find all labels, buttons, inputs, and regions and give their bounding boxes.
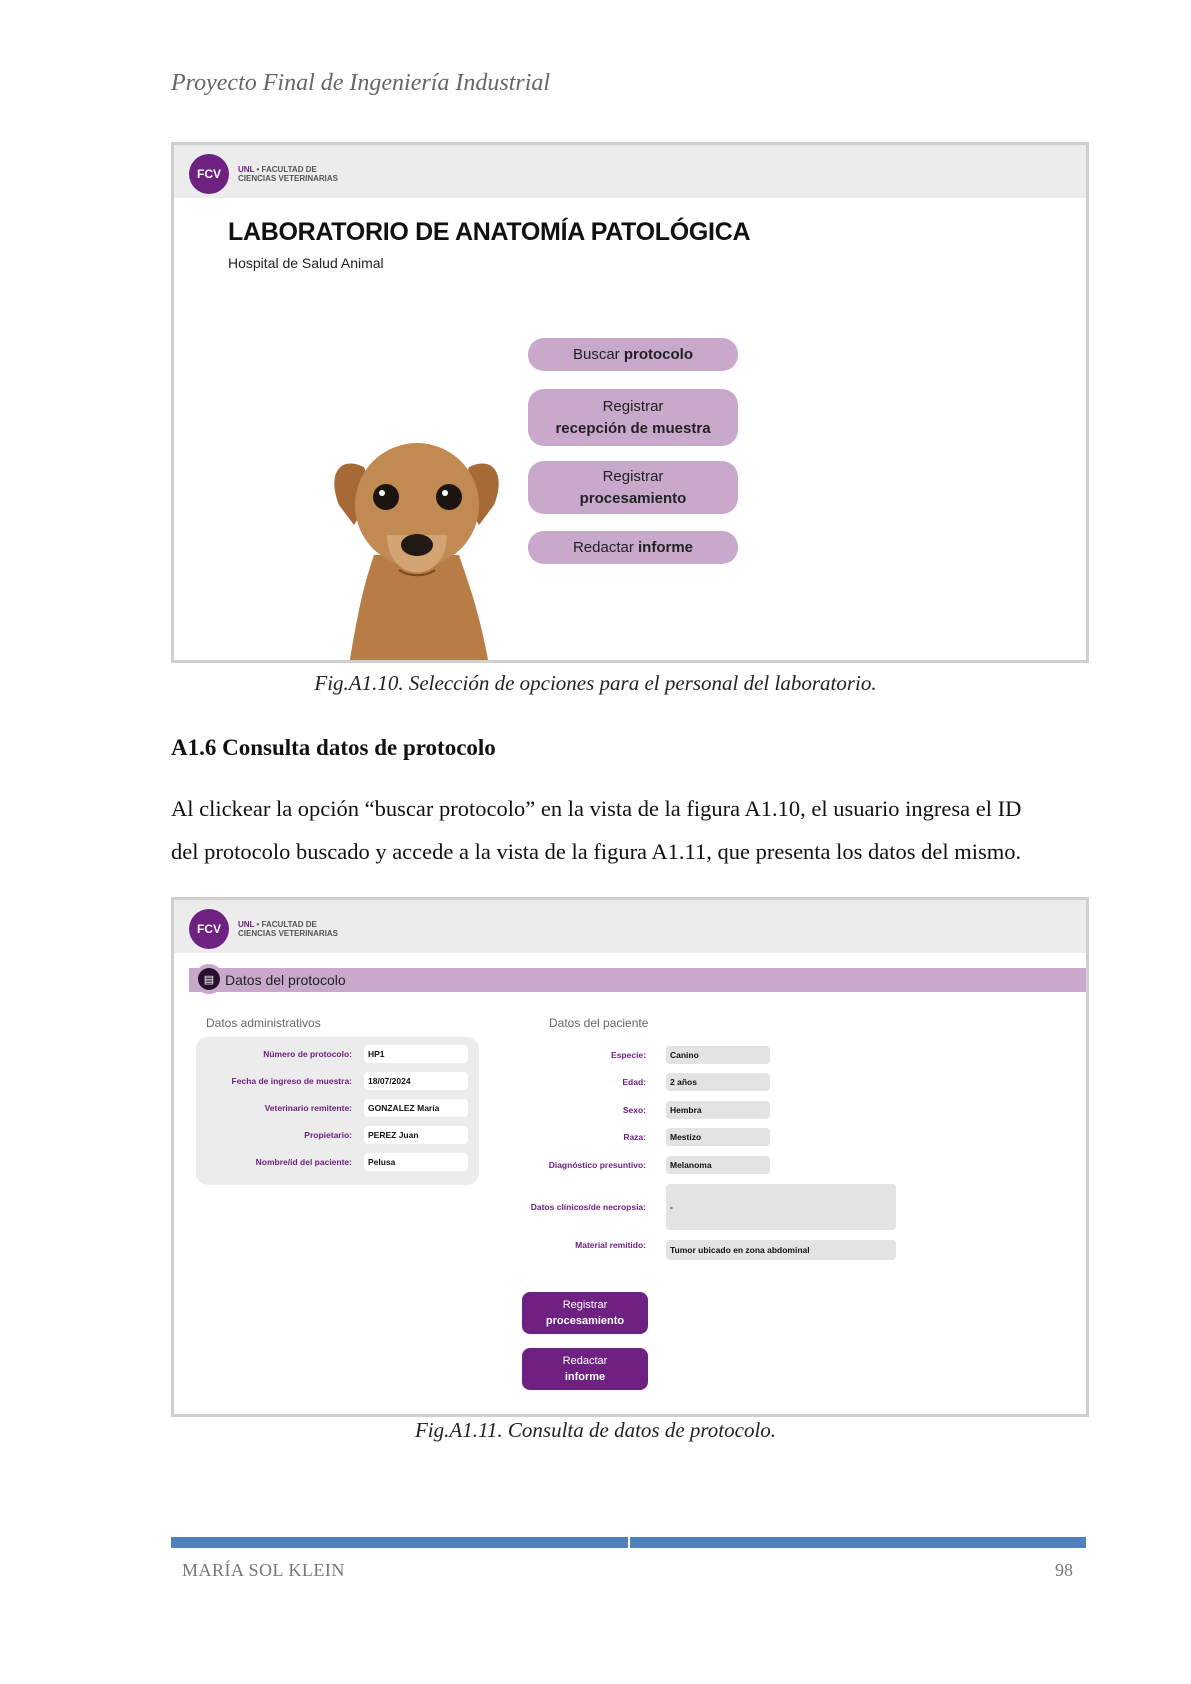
logo-line2: CIENCIAS VETERINARIAS (238, 929, 339, 938)
button-text: Redactar (572, 538, 639, 556)
running-header: Proyecto Final de Ingeniería Industrial (171, 70, 551, 96)
species-label: Especie: (611, 1050, 646, 1060)
button-line1: Redactar (562, 1355, 608, 1367)
paragraph-line-2: del protocolo buscado y accede a la vist… (171, 839, 1022, 864)
button-line1: Registrar (602, 397, 664, 415)
patient-name-label: Nombre/id del paciente: (255, 1157, 352, 1167)
submitted-material-field[interactable]: Tumor ubicado en zona abdominal (666, 1240, 896, 1260)
logo-unl: UNL (238, 165, 255, 174)
section-heading: A1.6 Consulta datos de protocolo (171, 735, 496, 760)
breed-field[interactable]: Mestizo (666, 1128, 770, 1146)
age-label: Edad: (622, 1077, 646, 1087)
sex-label: Sexo: (622, 1105, 646, 1115)
clinical-data-field[interactable]: - (666, 1184, 896, 1230)
logo-badge-text: FCV (197, 922, 221, 936)
logo-line1: • FACULTAD DE (256, 165, 317, 174)
protocol-number-label: Número de protocolo: (263, 1049, 352, 1059)
sample-entry-date-field[interactable]: 18/07/2024 (364, 1072, 468, 1090)
figure-a1-11-screenshot: FCV UNL • FACULTAD DE CIENCIAS VETERINAR… (171, 897, 1089, 1417)
fcv-logo: FCV (189, 154, 229, 194)
logo-unl: UNL (238, 920, 255, 929)
register-sample-reception-button[interactable]: Registrar recepción de muestra (528, 389, 738, 446)
register-processing-button[interactable]: Registrar procesamiento (522, 1292, 648, 1334)
button-line1: Registrar (602, 467, 664, 485)
logo-badge-text: FCV (197, 167, 221, 181)
button-line1: Registrar (562, 1299, 608, 1311)
button-line2: recepción de muestra (555, 419, 711, 437)
register-processing-button[interactable]: Registrar procesamiento (528, 461, 738, 514)
figure-a1-10-screenshot: FCV UNL • FACULTAD DE CIENCIAS VETERINAR… (171, 142, 1089, 663)
section-title: Datos del protocolo (225, 972, 346, 988)
lab-subtitle: Hospital de Salud Animal (228, 255, 384, 271)
button-line2: informe (564, 1371, 606, 1383)
protocol-number-field[interactable]: HP1 (364, 1045, 468, 1063)
referring-vet-label: Veterinario remitente: (264, 1103, 352, 1113)
figure-a1-10-caption: Fig.A1.10. Selección de opciones para el… (314, 671, 877, 695)
page-number: 98 (1055, 1560, 1073, 1580)
presumptive-diagnosis-label: Diagnóstico presuntivo: (548, 1160, 646, 1170)
breed-label: Raza: (623, 1132, 646, 1142)
logo-line1: • FACULTAD DE (256, 920, 317, 929)
figure-a1-11-caption: Fig.A1.11. Consulta de datos de protocol… (414, 1418, 777, 1442)
write-report-button[interactable]: Redactar informe (522, 1348, 648, 1390)
age-field[interactable]: 2 años (666, 1073, 770, 1091)
patient-data-title: Datos del paciente (549, 1016, 649, 1030)
footer-author: MARÍA SOL KLEIN (182, 1560, 345, 1580)
sample-entry-date-label: Fecha de ingreso de muestra: (231, 1076, 352, 1086)
button-text-bold: informe (638, 538, 694, 556)
button-line2: procesamiento (579, 489, 687, 507)
admin-data-title: Datos administrativos (206, 1016, 321, 1030)
paragraph-line-1: Al clickear la opción “buscar protocolo”… (171, 796, 1022, 821)
lab-title: LABORATORIO DE ANATOMÍA PATOLÓGICA (228, 218, 751, 246)
search-protocol-button[interactable]: Buscar protocolo (528, 338, 738, 371)
referring-vet-field[interactable]: GONZALEZ María (364, 1099, 468, 1117)
faculty-name: UNL • FACULTAD DE CIENCIAS VETERINARIAS (238, 165, 338, 183)
button-text-bold: protocolo (623, 345, 693, 363)
patient-name-field[interactable]: Pelusa (364, 1153, 468, 1171)
logo-line2: CIENCIAS VETERINARIAS (238, 174, 339, 183)
species-field[interactable]: Canino (666, 1046, 770, 1064)
faculty-name: UNL • FACULTAD DE CIENCIAS VETERINARIAS (238, 920, 338, 938)
button-line2: procesamiento (545, 1315, 625, 1327)
presumptive-diagnosis-field[interactable]: Melanoma (666, 1156, 770, 1174)
submitted-material-label: Material remitido: (575, 1240, 646, 1250)
clinical-data-label: Datos clínicos/de necropsia: (530, 1202, 646, 1212)
dog-image (334, 443, 499, 660)
sex-field[interactable]: Hembra (666, 1101, 770, 1119)
footer-rule-split (628, 1537, 630, 1548)
fcv-logo: FCV (189, 909, 229, 949)
button-text: Buscar (572, 345, 624, 363)
owner-label: Propietario: (304, 1130, 352, 1140)
write-report-button[interactable]: Redactar informe (528, 531, 738, 564)
document-icon: ▤ (198, 968, 220, 990)
owner-field[interactable]: PEREZ Juan (364, 1126, 468, 1144)
